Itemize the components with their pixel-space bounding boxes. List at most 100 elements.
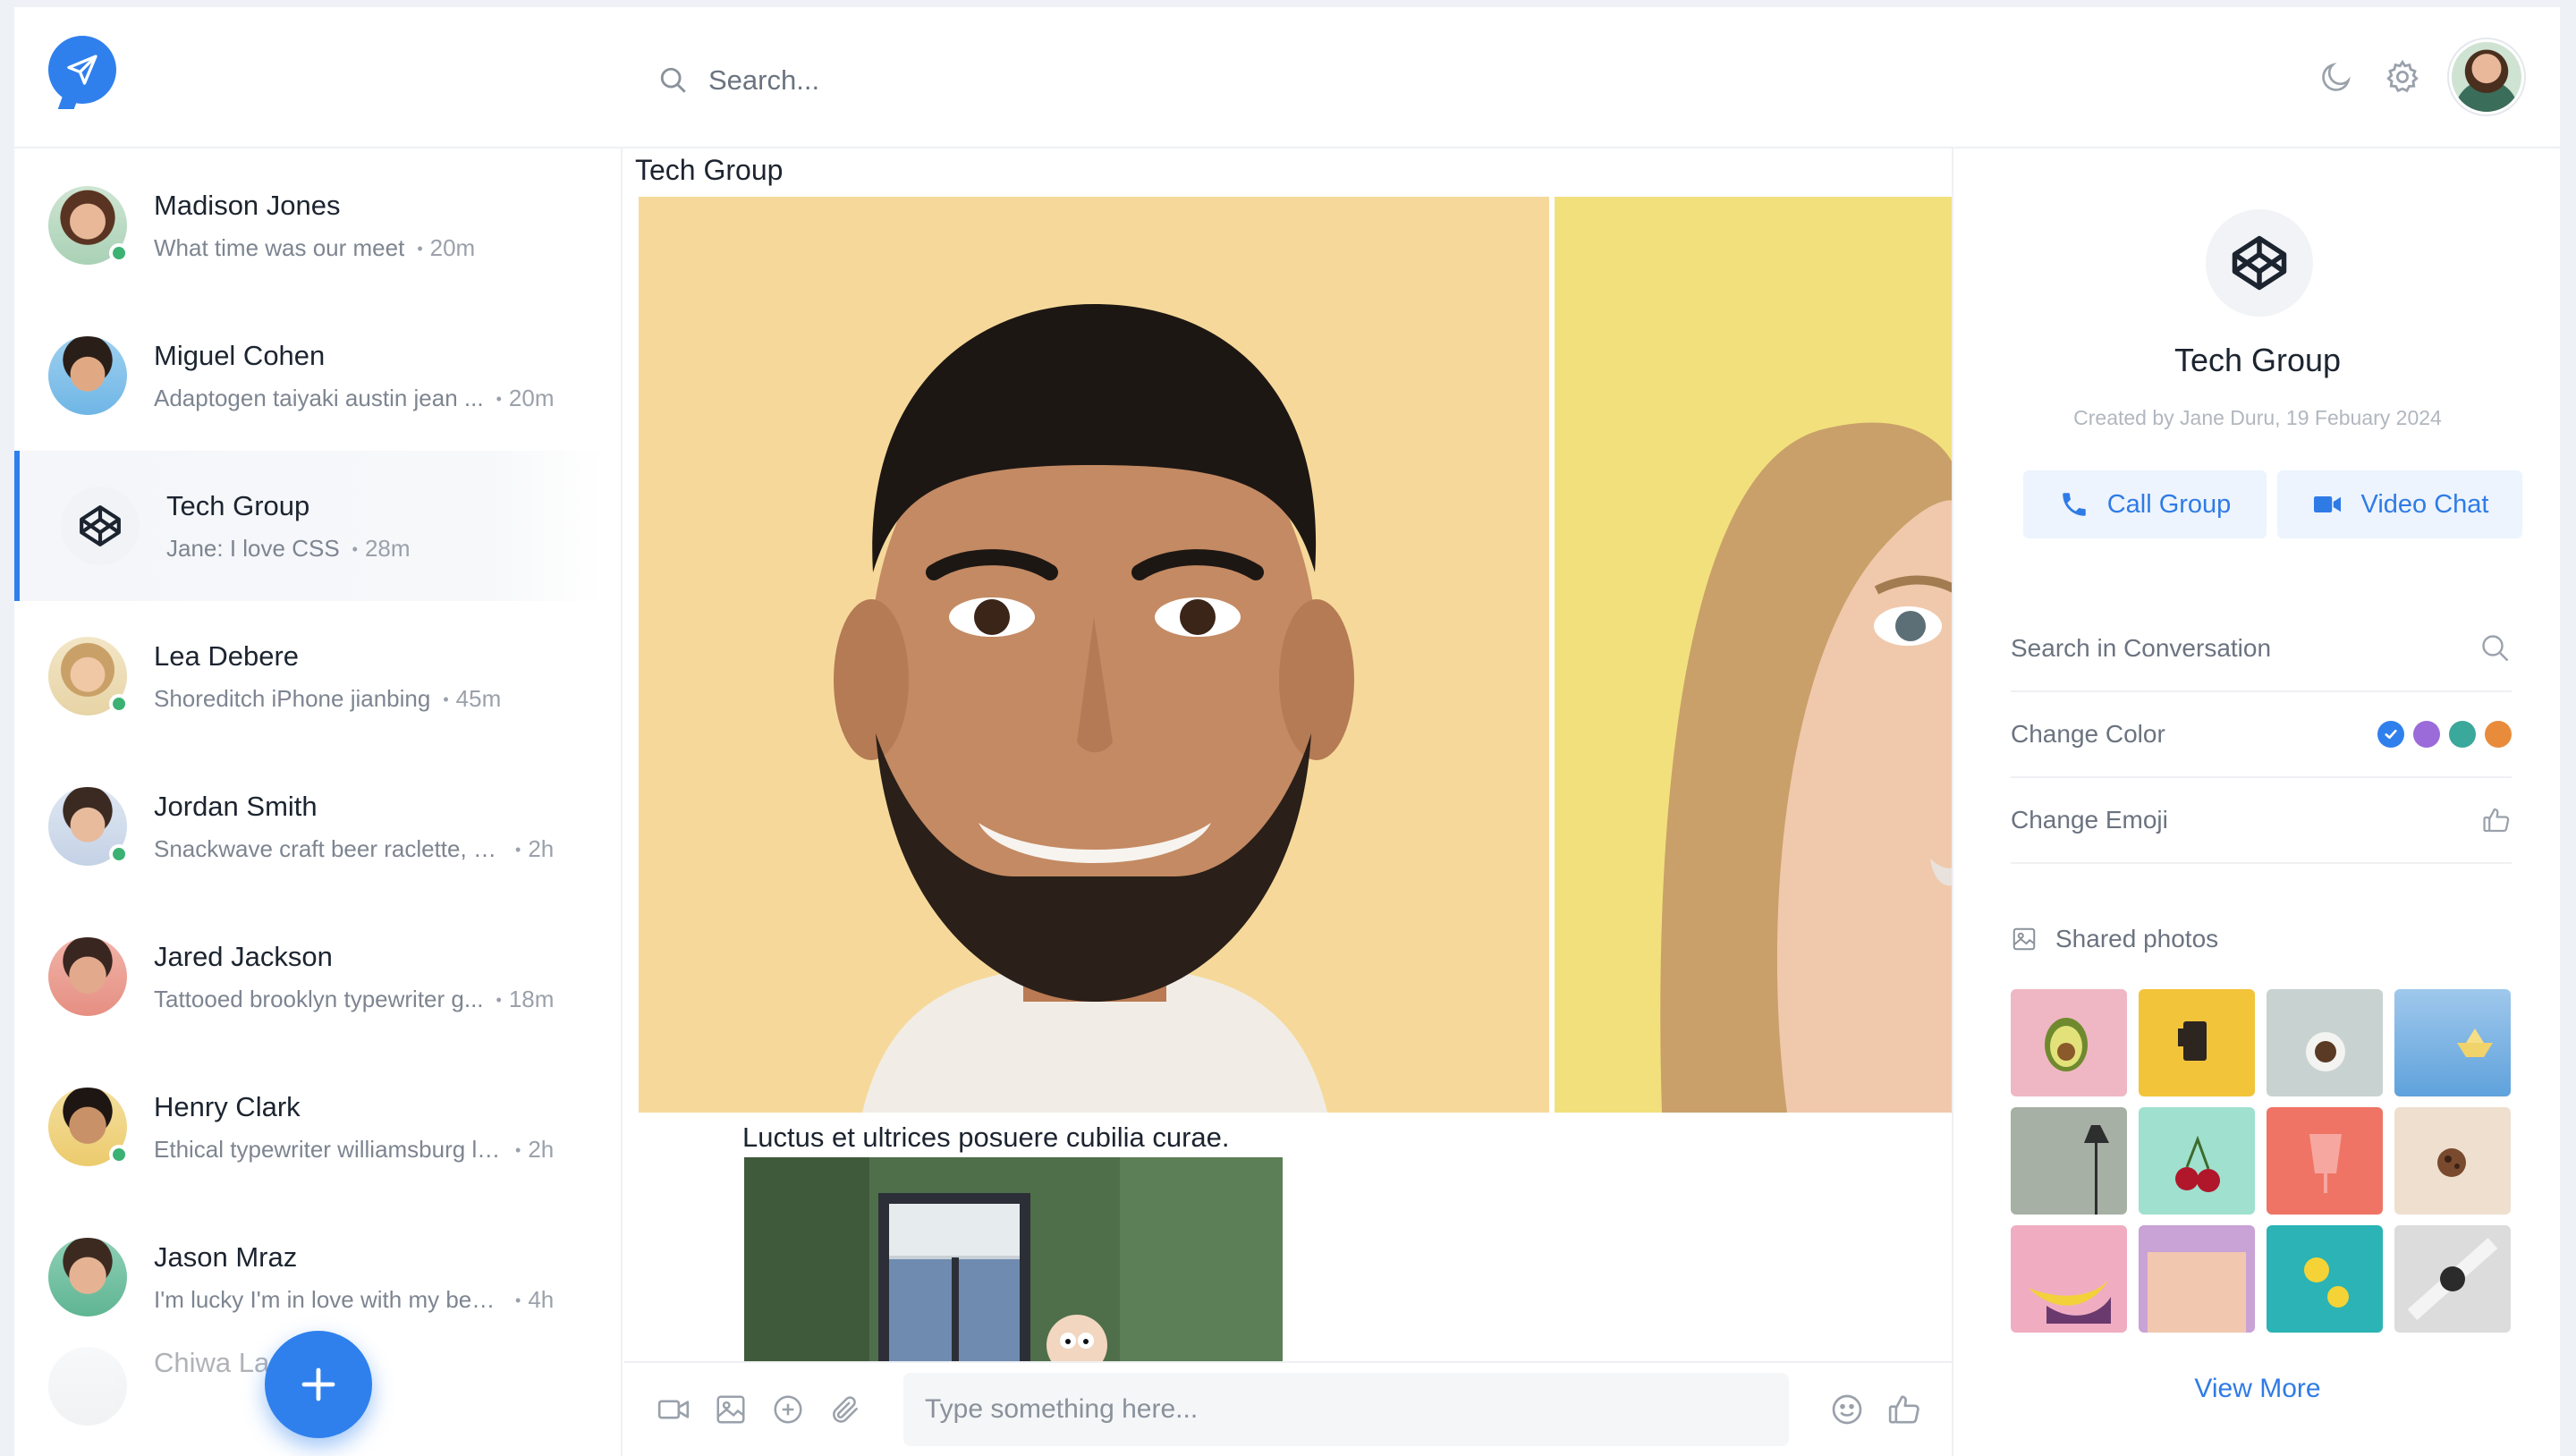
avatar — [48, 787, 129, 866]
search-icon — [660, 67, 686, 93]
shared-photos-header: Shared photos — [2011, 925, 2218, 953]
shared-photo-man[interactable] — [639, 197, 1549, 1113]
portrait-woman-image — [1555, 197, 1952, 1113]
paperclip-icon — [833, 1396, 858, 1423]
chat-name: Madison Jones — [154, 189, 341, 221]
shared-photo-banana[interactable] — [2011, 1225, 2127, 1333]
chat-preview: Ethical typewriter williamsburg lo... — [154, 1135, 503, 1163]
moon-icon — [2322, 62, 2351, 91]
plus-circle-icon — [774, 1395, 802, 1424]
search-in-conversation[interactable]: Search in Conversation — [2011, 606, 2512, 692]
color-option-blue[interactable] — [2377, 721, 2404, 748]
avatar — [48, 1347, 127, 1426]
image-icon — [2012, 927, 2036, 951]
shared-photo-cherries[interactable] — [2139, 1107, 2255, 1215]
shared-photo-watch[interactable] — [2394, 1225, 2511, 1333]
shared-photo-lemons[interactable] — [2267, 1225, 2383, 1333]
avatar — [48, 937, 127, 1016]
call-group-button[interactable]: Call Group — [2023, 470, 2267, 538]
chat-name: Jason Mraz — [154, 1240, 298, 1273]
plus-icon — [301, 1367, 335, 1401]
shared-photo-paper-boat[interactable] — [2394, 989, 2511, 1096]
message-composer — [624, 1361, 1952, 1456]
cartoon-image — [744, 1157, 1283, 1363]
avatar — [48, 186, 129, 265]
message-input[interactable] — [903, 1373, 1789, 1446]
shared-photo-woman[interactable] — [1555, 197, 1952, 1113]
user-avatar[interactable] — [2449, 39, 2524, 114]
thumbs-up-icon — [2483, 808, 2510, 833]
chat-name: Jared Jackson — [154, 940, 333, 972]
chat-name: Tech Group — [166, 489, 310, 521]
color-option-purple[interactable] — [2413, 721, 2440, 748]
chat-preview: Jane: I love CSS — [166, 534, 340, 562]
chat-item-jordan-smith[interactable]: Jordan Smith Snackwave craft beer raclet… — [14, 751, 605, 902]
avatar — [48, 637, 129, 715]
change-emoji-label: Change Emoji — [2011, 806, 2168, 834]
top-header — [14, 7, 2560, 148]
chat-item-miguel-cohen[interactable]: Miguel Cohen Adaptogen taiyaki austin je… — [14, 301, 605, 451]
avatar — [48, 336, 127, 415]
shared-photo-cup[interactable] — [2267, 1107, 2383, 1215]
online-indicator — [109, 243, 129, 263]
chat-item-tech-group[interactable]: Tech Group Jane: I love CSS 28m — [14, 451, 605, 601]
change-emoji[interactable]: Change Emoji — [2011, 778, 2512, 864]
color-option-orange[interactable] — [2485, 721, 2512, 748]
app-logo[interactable] — [48, 36, 116, 104]
video-camera-icon — [2313, 496, 2341, 512]
chat-item-madison-jones[interactable]: Madison Jones What time was our meet 20m — [14, 150, 605, 301]
view-more-link[interactable]: View More — [1955, 1374, 2560, 1404]
like-button[interactable] — [1885, 1391, 1923, 1428]
search-input[interactable] — [708, 64, 1209, 97]
check-icon — [2385, 729, 2397, 740]
shared-photo-film-roll[interactable] — [2139, 989, 2255, 1096]
color-option-teal[interactable] — [2449, 721, 2476, 748]
video-icon — [657, 1400, 690, 1419]
chat-name: Chiwa La — [154, 1347, 270, 1378]
shared-photo-box[interactable] — [2139, 1225, 2255, 1333]
shared-photo-cookie[interactable] — [2394, 1107, 2511, 1215]
chat-preview: Tattooed brooklyn typewriter g... — [154, 985, 484, 1012]
search-in-conversation-label: Search in Conversation — [2011, 634, 2272, 662]
image-upload-button[interactable] — [712, 1391, 750, 1428]
chat-preview: Shoreditch iPhone jianbing — [154, 684, 431, 712]
conversation-details: Tech Group Created by Jane Duru, 19 Febu… — [1955, 148, 2560, 1456]
search-icon — [2482, 635, 2509, 662]
emoji-button[interactable] — [1828, 1391, 1866, 1428]
conversation-title: Tech Group — [635, 154, 784, 186]
chat-preview: I'm lucky I'm in love with my best ... — [154, 1285, 503, 1313]
chat-name: Miguel Cohen — [154, 339, 326, 371]
add-attachment-button[interactable] — [769, 1391, 807, 1428]
shared-gif[interactable] — [744, 1157, 1283, 1363]
avatar — [48, 1238, 127, 1316]
change-color-label: Change Color — [2011, 720, 2165, 748]
chat-time: 2h — [515, 1136, 554, 1164]
shared-photo-coffee[interactable] — [2267, 989, 2383, 1096]
send-icon — [67, 55, 97, 85]
video-message-button[interactable] — [655, 1391, 692, 1428]
settings-button[interactable] — [2383, 57, 2422, 97]
dark-mode-toggle[interactable] — [2317, 57, 2356, 97]
chat-item-lea-debere[interactable]: Lea Debere Shoreditch iPhone jianbing 45m — [14, 601, 605, 751]
new-chat-button[interactable] — [265, 1331, 372, 1438]
shared-photos-grid — [2011, 989, 2512, 1333]
codepen-icon — [80, 505, 121, 546]
shared-photo-lamp[interactable] — [2011, 1107, 2127, 1215]
chat-time: 20m — [417, 234, 476, 262]
chat-time: 4h — [515, 1286, 554, 1314]
color-options — [2377, 721, 2512, 748]
gear-icon — [2386, 59, 2419, 93]
attach-file-button[interactable] — [826, 1391, 864, 1428]
global-search — [658, 54, 1284, 107]
chat-name: Henry Clark — [154, 1090, 301, 1122]
group-avatar — [2206, 209, 2313, 317]
chat-item-henry-clark[interactable]: Henry Clark Ethical typewriter williamsb… — [14, 1052, 605, 1202]
video-chat-button[interactable]: Video Chat — [2277, 470, 2522, 538]
change-color[interactable]: Change Color — [2011, 692, 2512, 778]
codepen-icon — [2232, 235, 2287, 291]
portrait-man-image — [639, 197, 1549, 1113]
chat-item-jared-jackson[interactable]: Jared Jackson Tattooed brooklyn typewrit… — [14, 902, 605, 1052]
shared-photo-avocado[interactable] — [2011, 989, 2127, 1096]
message-text: Luctus et ultrices posuere cubilia curae… — [742, 1122, 1230, 1153]
chat-list: Madison Jones What time was our meet20m … — [14, 148, 623, 1456]
